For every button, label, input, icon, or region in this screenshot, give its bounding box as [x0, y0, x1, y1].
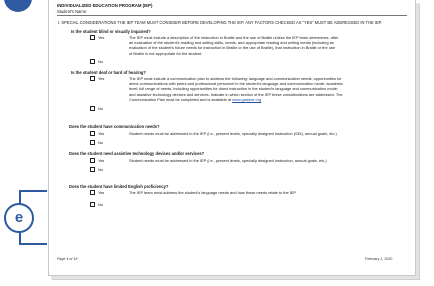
description-deaf-line-5: Communication Plan must be completed and… [129, 97, 343, 102]
description-english: The IEP team must address the student's … [129, 190, 297, 195]
callout-marker-e: e [4, 203, 34, 233]
description-blind-line-4: of Braille is not appropriate for the st… [129, 50, 203, 56]
top-callout-marker [4, 0, 32, 12]
question-blind: Is the student blind or visually impaire… [71, 29, 151, 34]
description-assistive: Student needs must be addressed in the I… [129, 158, 327, 163]
description-blind-line-3: evaluation of the student's future needs… [129, 45, 335, 51]
question-english-proficiency: Does the student have limited English pr… [69, 184, 169, 189]
option-blind-no-label: No [98, 59, 103, 64]
option-communication-yes-label: Yes [98, 131, 105, 136]
checkbox-assistive-yes[interactable] [90, 158, 95, 163]
option-deaf-yes-label: Yes [98, 76, 105, 81]
student-name-label: Student's Name: [57, 9, 88, 14]
description-deaf-line-5-text: Communication Plan must be completed and… [129, 96, 232, 102]
option-english-no-label: No [98, 202, 103, 207]
option-deaf-no-label: No [98, 106, 103, 111]
page-number: Page 4 of 18 [57, 257, 78, 261]
document-page: INDIVIDUALIZED EDUCATION PROGRAM (IEP) S… [48, 0, 416, 276]
checkbox-assistive-no[interactable] [90, 167, 95, 172]
checkbox-blind-no[interactable] [90, 59, 95, 64]
checkbox-english-no[interactable] [90, 202, 95, 207]
checkbox-blind-yes[interactable] [90, 35, 95, 40]
communication-plan-link[interactable]: www.gaddoe.org [232, 97, 261, 102]
section-heading: I. SPECIAL CONSIDERATIONS THE IEP TEAM M… [58, 20, 383, 25]
description-blind: The IEP must include a description of th… [129, 35, 338, 56]
document-title: INDIVIDUALIZED EDUCATION PROGRAM (IEP) [57, 3, 153, 8]
option-communication-no-label: No [98, 140, 103, 145]
question-assistive-technology: Does the student need assistive technolo… [69, 151, 205, 156]
question-deaf: Is the student deaf or hard of hearing? [71, 70, 146, 75]
callout-bracket-top-arm [19, 190, 47, 192]
option-assistive-no-label: No [98, 167, 103, 172]
document-date: February 1, 2020 [365, 257, 393, 261]
option-blind-yes-label: Yes [98, 35, 105, 40]
callout-bracket-vertical-top [19, 190, 21, 204]
screenshot-stage: INDIVIDUALIZED EDUCATION PROGRAM (IEP) S… [0, 0, 434, 286]
checkbox-deaf-no[interactable] [90, 106, 95, 111]
checkbox-english-yes[interactable] [90, 190, 95, 195]
description-deaf-line-3: level; full range of needs, including op… [129, 86, 339, 92]
checkbox-communication-no[interactable] [90, 140, 95, 145]
description-communication: Student needs must be addressed in the I… [129, 131, 337, 136]
header-divider [57, 15, 407, 16]
question-communication: Does the student have communication need… [69, 124, 160, 129]
option-english-yes-label: Yes [98, 190, 105, 195]
description-deaf: The IEP must include a communication pla… [129, 76, 343, 102]
callout-bracket-bottom-arm [19, 243, 47, 245]
checkbox-communication-yes[interactable] [90, 131, 95, 136]
option-assistive-yes-label: Yes [98, 158, 105, 163]
checkbox-deaf-yes[interactable] [90, 76, 95, 81]
